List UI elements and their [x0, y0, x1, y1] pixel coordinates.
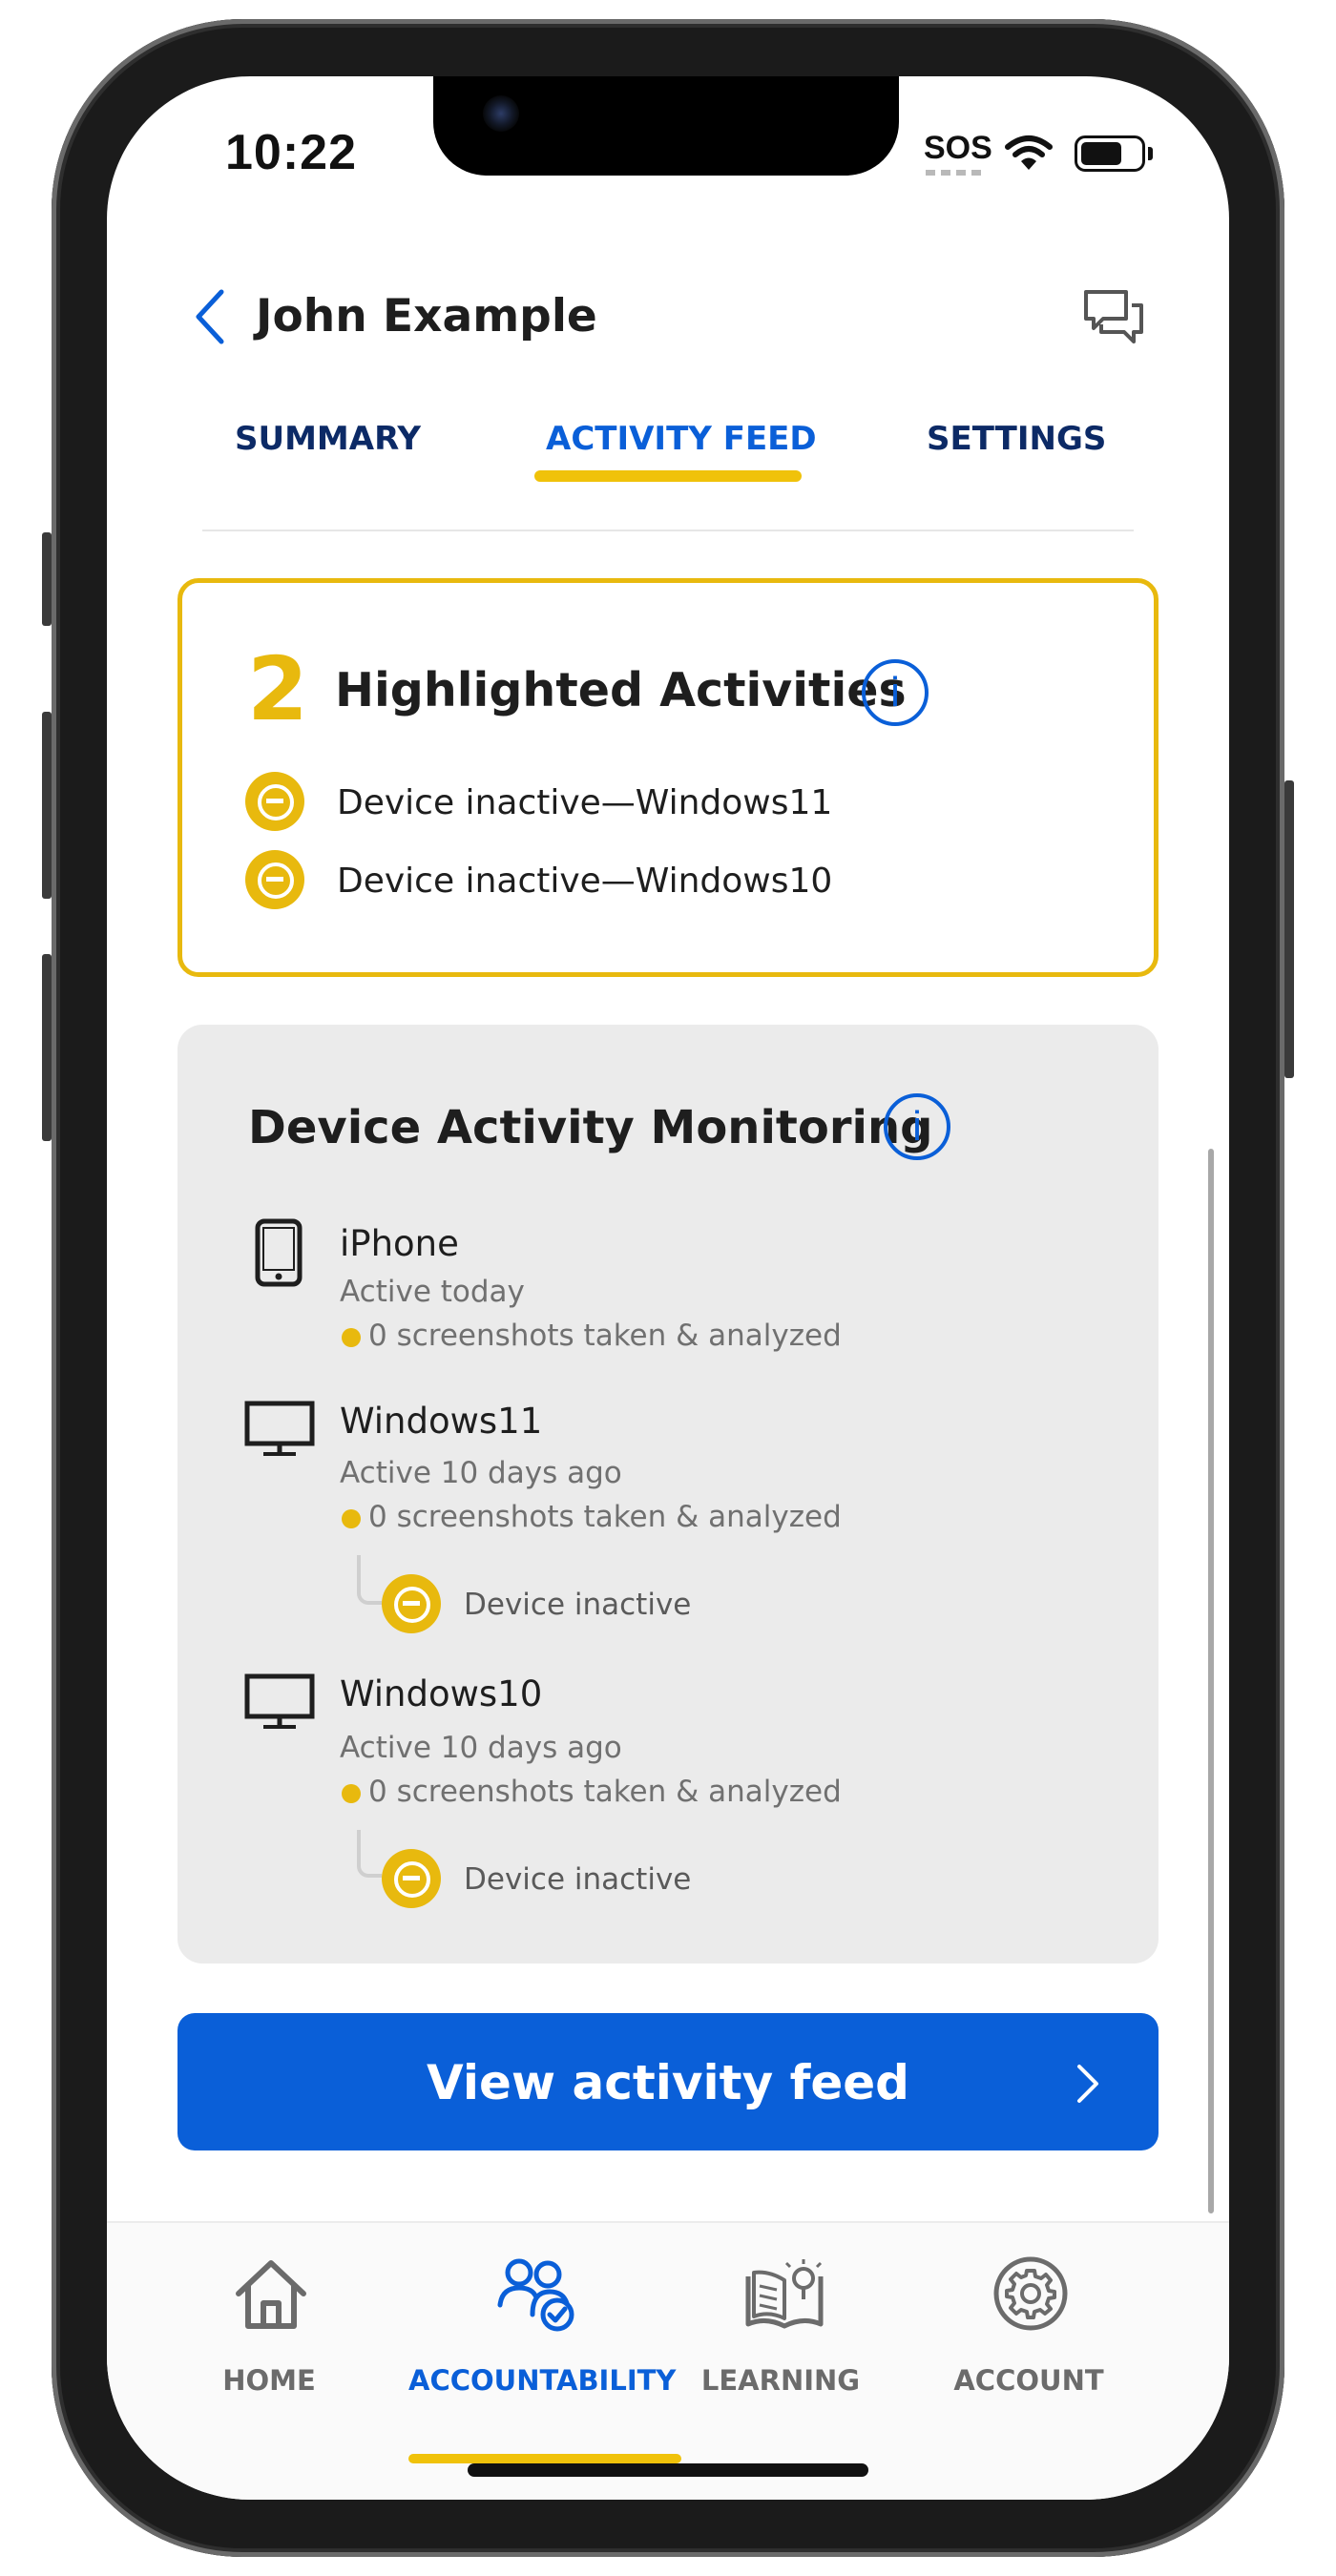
status-dot	[342, 1509, 361, 1528]
info-icon[interactable]: i	[884, 1093, 950, 1160]
highlight-count: 2	[247, 638, 309, 740]
nav-account[interactable]: ACCOUNT	[905, 2255, 1153, 2399]
device-name: Windows11	[340, 1401, 543, 1442]
device-last-active: Active 10 days ago	[340, 1731, 622, 1765]
device-alert: Device inactive	[464, 1862, 692, 1897]
battery-tip	[1148, 147, 1153, 160]
alert-connector	[357, 1830, 382, 1878]
highlight-title: Highlighted Activities	[335, 663, 907, 717]
screenshot-count: 0 screenshots taken & analyzed	[368, 1319, 842, 1353]
scrollbar[interactable]	[1208, 1149, 1214, 2213]
chat-bubbles-icon[interactable]	[1082, 288, 1145, 347]
people-check-icon	[497, 2258, 574, 2332]
status-dot	[342, 1784, 361, 1803]
house-icon	[236, 2260, 306, 2329]
monitor-icon	[244, 1673, 315, 1729]
phone-icon	[255, 1218, 303, 1287]
tab-activity-feed[interactable]: ACTIVITY FEED	[546, 420, 817, 458]
tab-divider	[202, 530, 1134, 531]
button-label: View activity feed	[427, 2055, 909, 2110]
status-dot	[342, 1328, 361, 1347]
book-lightbulb-icon	[745, 2259, 824, 2329]
nav-home[interactable]: HOME	[145, 2255, 393, 2399]
nav-label: ACCOUNT	[953, 2364, 1104, 2397]
signal-dots	[926, 170, 985, 176]
side-button-volume-down	[42, 954, 52, 1141]
highlighted-activities-card[interactable]: 2 Highlighted Activities i Device inacti…	[177, 578, 1159, 977]
device-alert: Device inactive	[464, 1588, 692, 1622]
front-camera	[483, 95, 519, 132]
nav-label: HOME	[222, 2364, 316, 2397]
nav-learning[interactable]: LEARNING	[657, 2255, 905, 2399]
nav-label: ACCOUNTABILITY	[408, 2364, 677, 2397]
side-button-mute	[42, 532, 52, 626]
screenshot-count: 0 screenshots taken & analyzed	[368, 1775, 842, 1809]
nav-accountability[interactable]: ACCOUNTABILITY	[408, 2255, 677, 2399]
device-name: Windows10	[340, 1673, 543, 1714]
inactive-badge-icon	[245, 850, 304, 909]
wifi-icon	[1005, 135, 1053, 170]
device-activity-monitoring-card: Device Activity Monitoring i iPhone Acti…	[177, 1025, 1159, 1963]
monitor-icon	[244, 1401, 315, 1456]
home-indicator[interactable]	[468, 2463, 868, 2477]
status-sos: SOS	[924, 130, 992, 166]
chevron-right-icon	[1077, 2065, 1098, 2103]
inactive-badge-icon	[382, 1574, 441, 1633]
alert-connector	[357, 1555, 382, 1605]
device-last-active: Active 10 days ago	[340, 1456, 622, 1490]
device-last-active: Active today	[340, 1275, 525, 1309]
notch	[433, 76, 899, 176]
info-icon[interactable]: i	[862, 659, 929, 726]
gear-icon	[993, 2256, 1068, 2331]
highlight-item-text: Device inactive—Windows10	[337, 862, 833, 901]
side-button-power	[1284, 780, 1294, 1078]
active-tab-indicator	[534, 470, 802, 482]
phone-screen: 10:22 SOS John Example SUMMARY ACTIVITY …	[107, 76, 1229, 2500]
side-button-volume-up	[42, 712, 52, 899]
tab-settings[interactable]: SETTINGS	[927, 420, 1106, 458]
status-time: 10:22	[225, 125, 357, 180]
battery-icon	[1075, 135, 1145, 172]
view-activity-feed-button[interactable]: View activity feed	[177, 2013, 1159, 2150]
active-nav-indicator	[408, 2454, 681, 2463]
monitoring-title: Device Activity Monitoring	[248, 1101, 933, 1154]
tab-summary[interactable]: SUMMARY	[235, 420, 421, 458]
back-chevron-icon[interactable]	[191, 288, 229, 345]
screenshot-count: 0 screenshots taken & analyzed	[368, 1500, 842, 1534]
page-title: John Example	[256, 290, 597, 343]
highlight-item-text: Device inactive—Windows11	[337, 783, 833, 822]
inactive-badge-icon	[245, 772, 304, 831]
inactive-badge-icon	[382, 1849, 441, 1908]
nav-label: LEARNING	[700, 2364, 861, 2397]
device-name: iPhone	[340, 1223, 459, 1264]
